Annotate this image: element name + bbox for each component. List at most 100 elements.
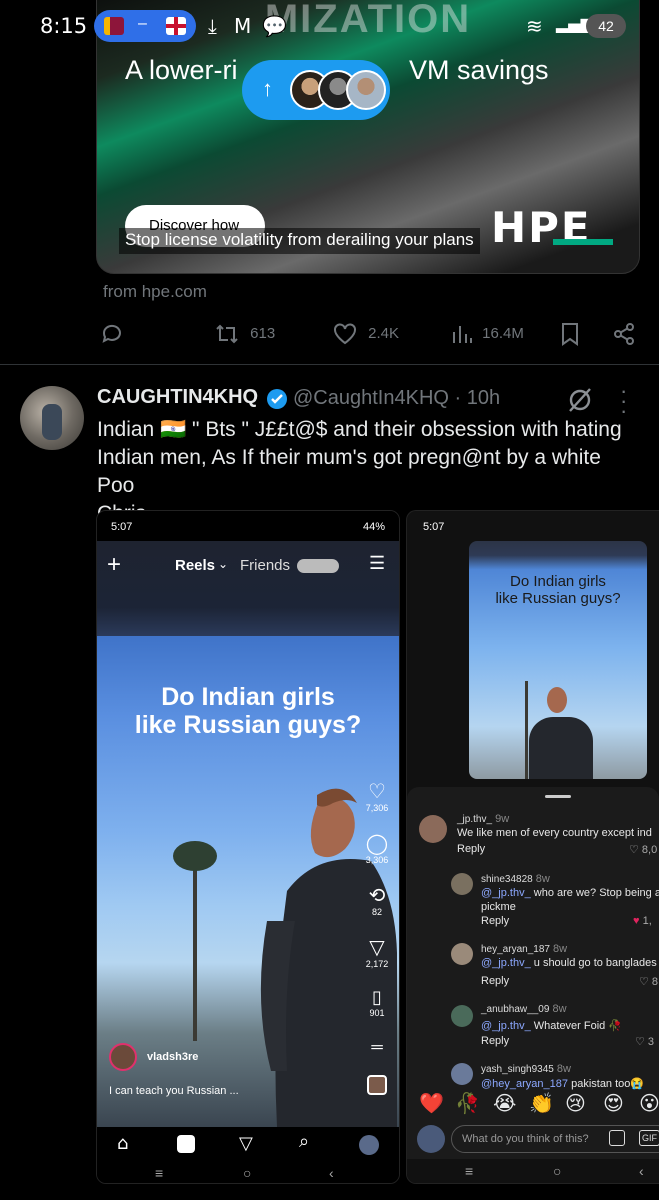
- reel-save-count: 901: [369, 1008, 385, 1018]
- comment-likes[interactable]: ♡ 8,0: [629, 843, 657, 856]
- reel-mini-preview[interactable]: Do Indian girls like Russian guys?: [469, 541, 647, 779]
- embedded-battery: 44%: [362, 521, 385, 533]
- comment: _anubhaw__09 8w: [481, 1003, 567, 1015]
- ad-headline-right: VM savings: [409, 55, 549, 85]
- tab-reels[interactable]: Reels: [175, 557, 215, 574]
- gif-icon[interactable]: GIF: [639, 1130, 659, 1146]
- emoji-heart[interactable]: ❤️: [419, 1091, 444, 1115]
- avatar[interactable]: [451, 873, 473, 895]
- comment-mention[interactable]: @_jp.thv_: [481, 957, 531, 969]
- reply-button[interactable]: Reply: [481, 975, 509, 987]
- reel-username: vladsh3re: [147, 1051, 199, 1063]
- embedded-status-bar: 5:07: [407, 511, 659, 541]
- reel-question: Do Indian girls like Russian guys?: [97, 683, 399, 739]
- comment-text: We like men of every country except ind: [457, 827, 652, 839]
- hpe-logo: HPE: [491, 203, 613, 252]
- status-bar: 8:15 – ⤓ M 💬 ≋ ▂▄▆ 42: [0, 0, 659, 56]
- search-icon[interactable]: ⌕: [299, 1131, 309, 1152]
- comment-text: @hey_aryan_187 pakistan too😭: [481, 1077, 644, 1090]
- comment-user[interactable]: yash_singh9345: [481, 1064, 554, 1075]
- reel-caption[interactable]: I can teach you Russian ...: [109, 1085, 239, 1097]
- comment: yash_singh9345 8w: [481, 1063, 571, 1075]
- comment-input[interactable]: What do you think of this?: [451, 1125, 659, 1153]
- tab-friends[interactable]: Friends: [240, 557, 290, 574]
- reply-button[interactable]: [100, 322, 124, 346]
- more-options-icon[interactable]: · · ·: [620, 380, 630, 422]
- emoji-heart-eyes[interactable]: 😍: [603, 1091, 624, 1115]
- reply-button[interactable]: Reply: [481, 1035, 509, 1047]
- avatar[interactable]: [451, 943, 473, 965]
- notification-pill[interactable]: –: [94, 10, 196, 42]
- more-action[interactable]: ═: [361, 1039, 393, 1057]
- comment-text-part: who are we? Stop being a: [533, 887, 659, 899]
- comment-text: @_jp.thv_ u should go to banglades: [481, 957, 657, 969]
- reel-question-line: like Russian guys?: [134, 711, 362, 739]
- comment-user[interactable]: _jp.thv_: [457, 814, 492, 825]
- repost-action[interactable]: ⟲ 82: [361, 883, 393, 917]
- repost-button[interactable]: 613: [214, 322, 275, 346]
- emoji-open-mouth[interactable]: 😮: [639, 1091, 659, 1115]
- sheet-handle[interactable]: [545, 795, 571, 798]
- home-circle-icon[interactable]: ○: [553, 1163, 561, 1179]
- grok-icon[interactable]: [566, 386, 594, 414]
- back-icon[interactable]: ‹: [329, 1165, 334, 1181]
- share-action[interactable]: ▽ 2,172: [361, 935, 393, 969]
- reel-question: Do Indian girls like Russian guys?: [469, 573, 647, 607]
- recents-icon[interactable]: ≡: [155, 1165, 163, 1181]
- comment-user[interactable]: _anubhaw__09: [481, 1004, 549, 1015]
- plus-icon[interactable]: +: [107, 551, 121, 579]
- image-icon[interactable]: [609, 1130, 625, 1146]
- like-button[interactable]: 2.4K: [332, 322, 399, 346]
- comment-mention[interactable]: @_jp.thv_: [481, 1020, 531, 1032]
- audio-thumbnail[interactable]: [367, 1075, 387, 1095]
- reels-icon[interactable]: [177, 1135, 195, 1153]
- reel-like-count: 7,306: [365, 803, 389, 813]
- reel-question-line: like Russian guys?: [495, 590, 621, 607]
- comment-likes[interactable]: ♡ 3: [635, 1035, 654, 1048]
- avatar: [346, 70, 386, 110]
- bookmark-button[interactable]: [560, 322, 580, 346]
- new-posts-button[interactable]: ↑: [242, 60, 390, 120]
- heart-filled-icon: ♥: [633, 915, 640, 927]
- comment-mention[interactable]: @hey_aryan_187: [481, 1078, 568, 1090]
- attached-image-reel[interactable]: 5:07 44% + Reels ⌄ Friends ☰ Do Indian g…: [96, 510, 400, 1184]
- comment-mention[interactable]: @_jp.thv_: [481, 887, 531, 899]
- home-icon[interactable]: ⌂: [117, 1133, 128, 1154]
- author-name[interactable]: CAUGHTIN4KHQ: [97, 386, 258, 409]
- emoji-sob[interactable]: 😭: [493, 1091, 516, 1115]
- profile-avatar[interactable]: [359, 1135, 379, 1155]
- comment-likes[interactable]: ♥ 1,: [633, 915, 652, 927]
- reply-button[interactable]: Reply: [457, 843, 485, 855]
- comment-user[interactable]: shine34828: [481, 874, 533, 885]
- avatar[interactable]: [20, 386, 84, 450]
- views-chart-icon: [453, 326, 472, 344]
- reel-question-line: Do Indian girls: [161, 683, 335, 711]
- ad-headline-left: A lower-ri: [125, 55, 238, 85]
- like-action[interactable]: ♡ 7,306: [361, 779, 393, 813]
- reply-button[interactable]: Reply: [481, 915, 509, 927]
- comment-action[interactable]: ◯ 3,306: [361, 831, 393, 865]
- ad-source-link[interactable]: from hpe.com: [103, 282, 207, 302]
- avatar[interactable]: [451, 1063, 473, 1085]
- emoji-rose[interactable]: 🥀: [455, 1091, 480, 1115]
- comment-likes[interactable]: ♡ 8: [639, 975, 658, 988]
- send-icon[interactable]: ▽: [239, 1133, 253, 1154]
- back-icon[interactable]: ‹: [639, 1163, 644, 1179]
- avatar[interactable]: [419, 815, 447, 843]
- comment-like-count: 1,: [642, 915, 652, 927]
- author-handle-time[interactable]: @CaughtIn4KHQ · 10h: [293, 387, 500, 410]
- avatar[interactable]: [451, 1005, 473, 1027]
- home-circle-icon[interactable]: ○: [243, 1165, 251, 1181]
- comment-user[interactable]: hey_aryan_187: [481, 944, 550, 955]
- emoji-sad[interactable]: 😢: [565, 1091, 586, 1115]
- repost-icon: ⟲: [368, 883, 386, 907]
- views-button[interactable]: 16.4M: [452, 322, 524, 346]
- menu-icon[interactable]: ☰: [369, 553, 385, 574]
- save-action[interactable]: ▯ 901: [361, 987, 393, 1018]
- recents-icon[interactable]: ≡: [465, 1163, 473, 1179]
- emoji-clap[interactable]: 👏: [529, 1091, 554, 1115]
- attached-image-comments[interactable]: 5:07 Do Indian girls like Russian guys? …: [406, 510, 659, 1184]
- share-button[interactable]: [612, 322, 636, 346]
- comment-text: @_jp.thv_ who are we? Stop being a: [481, 887, 659, 899]
- download-icon: ⤓: [208, 14, 217, 38]
